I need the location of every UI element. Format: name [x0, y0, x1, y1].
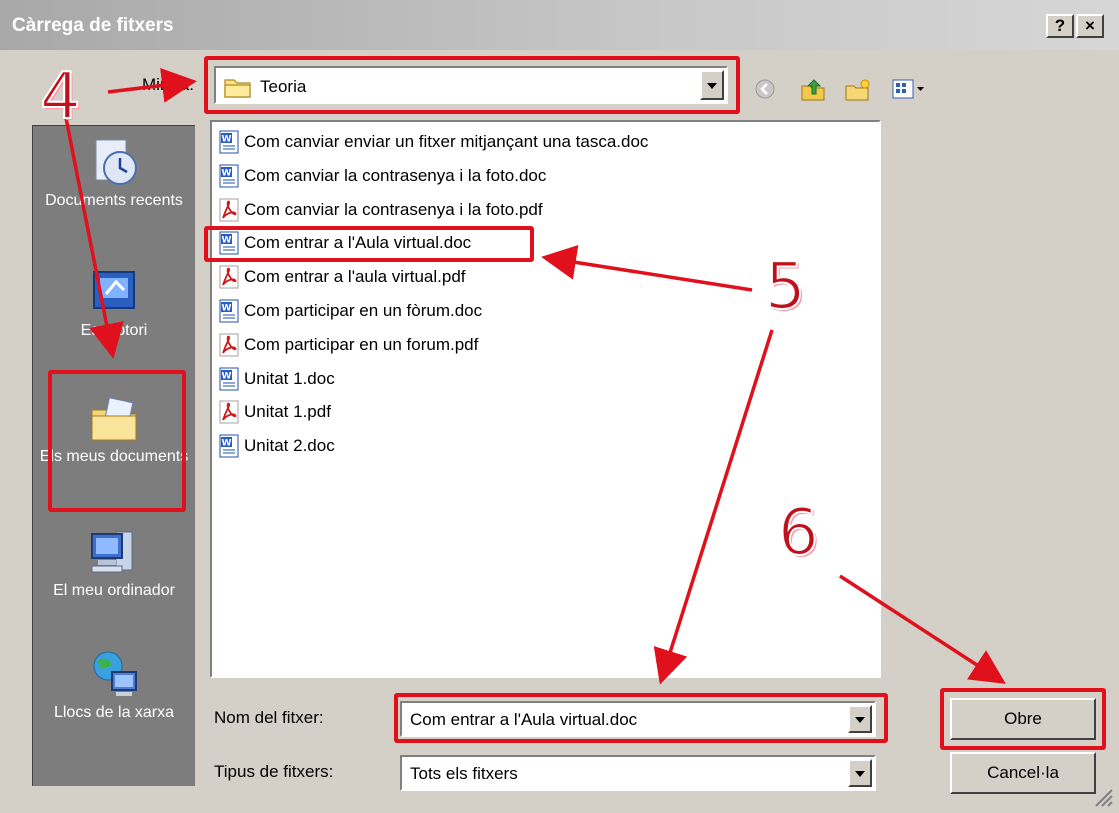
- step-number-6: 6: [777, 495, 820, 571]
- arrow-step6-open: [839, 574, 1006, 684]
- arrow-step5-file: [541, 245, 753, 292]
- step-number-5: 5: [764, 249, 807, 325]
- arrow-step5-filename: [653, 329, 774, 685]
- arrow-step4-lookin: [107, 68, 197, 103]
- annotation-arrows: [64, 68, 1006, 685]
- step-number-4: 4: [39, 59, 82, 135]
- arrow-step4-mydocs: [64, 117, 124, 359]
